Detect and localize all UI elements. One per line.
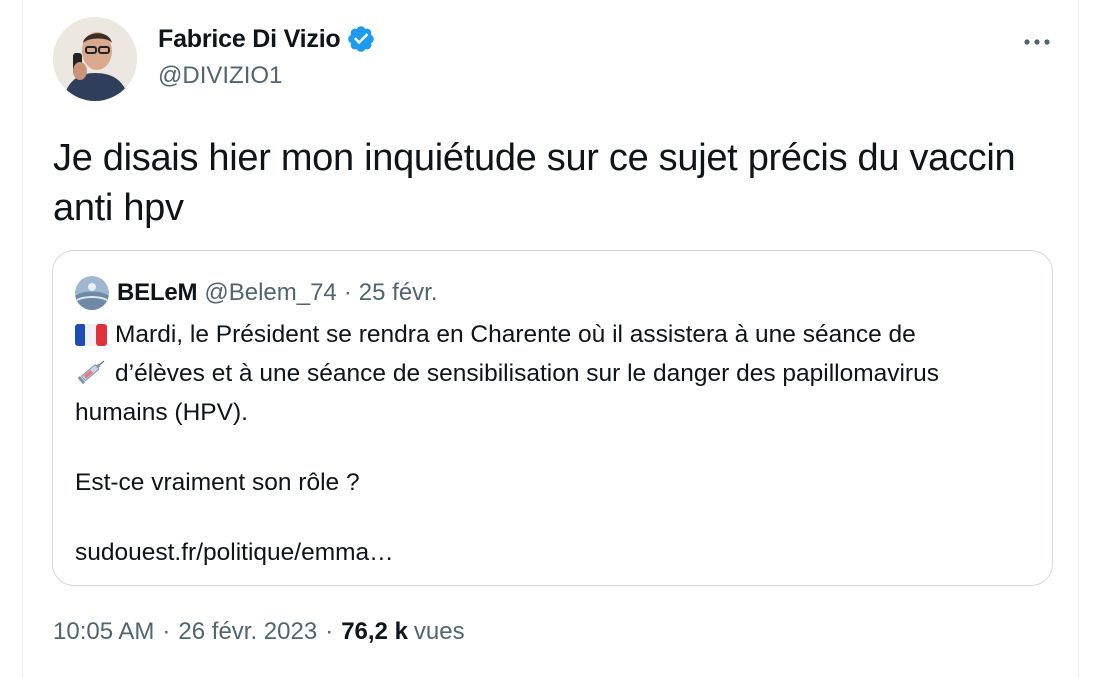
views-count[interactable]: 76,2 k <box>341 618 408 646</box>
quoted-line-2: d’élèves et à une séance de sensibilisat… <box>115 360 939 387</box>
more-options-button[interactable] <box>1017 22 1057 62</box>
tweet-date[interactable]: 26 févr. 2023 <box>178 618 317 646</box>
quoted-line-3: humains (HPV). <box>75 399 248 426</box>
quoted-text: Mardi, le Président se rendra en Charent… <box>75 317 1040 570</box>
syringe-icon <box>75 359 107 395</box>
views-label: vues <box>413 618 465 645</box>
quoted-tweet-card[interactable]: BELeM @Belem_74 · 25 févr. Mardi, le Pré… <box>52 250 1053 586</box>
tweet-meta: 10:05 AM · 26 févr. 2023 · 76,2 k vues <box>53 618 465 646</box>
meta-separator-2: · <box>325 618 334 645</box>
tweet-text: Je disais hier mon inquiétude sur ce suj… <box>53 137 1016 229</box>
quoted-author-avatar[interactable] <box>75 276 109 310</box>
tweet-time[interactable]: 10:05 AM <box>53 618 154 646</box>
verified-badge-icon <box>347 26 374 52</box>
quoted-link[interactable]: sudouest.fr/politique/emma… <box>75 539 394 566</box>
quoted-separator: · <box>343 279 352 306</box>
quoted-line-1: Mardi, le Président se rendra en Charent… <box>115 321 916 348</box>
author-handle[interactable]: @DIVIZIO1 <box>158 62 282 90</box>
quoted-author-handle[interactable]: @Belem_74 <box>204 279 336 307</box>
flag-france-icon <box>75 321 107 356</box>
quoted-question: Est-ce vraiment son rôle ? <box>75 469 360 496</box>
quoted-date[interactable]: 25 févr. <box>359 279 438 307</box>
more-icon <box>1024 39 1050 45</box>
meta-separator-1: · <box>162 618 171 645</box>
quoted-author-name[interactable]: BELeM <box>117 279 198 307</box>
author-avatar[interactable] <box>53 17 137 101</box>
author-name[interactable]: Fabrice Di Vizio <box>158 25 341 54</box>
